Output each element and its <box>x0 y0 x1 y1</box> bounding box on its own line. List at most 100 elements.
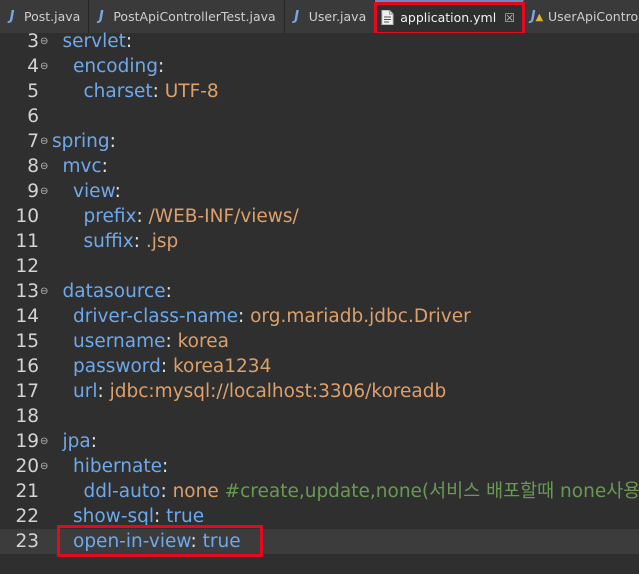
fold-toggle-icon[interactable]: ⊖ <box>40 129 48 154</box>
fold-toggle-icon[interactable]: ⊖ <box>40 54 48 79</box>
code-line-4[interactable]: 4 ⊖ encoding: <box>0 54 639 79</box>
code-text: servlet: <box>62 31 138 52</box>
line-number: 11 <box>15 231 39 252</box>
yaml-key: open-in-view <box>73 531 191 552</box>
code-line-9[interactable]: 9 ⊖ view: <box>0 179 639 204</box>
yaml-key: url <box>73 381 98 402</box>
tab-label: UserApiControllerTe <box>547 9 639 24</box>
code-line-23[interactable]: 23 open-in-view: true <box>0 529 639 554</box>
close-tab-icon[interactable]: ☒ <box>504 11 515 25</box>
code-text: view: <box>73 181 127 202</box>
yaml-key: mvc <box>62 156 102 177</box>
code-line-5[interactable]: 5 charset: UTF-8 <box>0 79 639 104</box>
java-file-icon: J <box>294 9 300 24</box>
code-line-16[interactable]: 16 password: korea1234 <box>0 354 639 379</box>
line-number: 8 <box>27 156 39 177</box>
line-number: 14 <box>15 306 39 327</box>
yaml-key: prefix <box>83 206 137 227</box>
yaml-value: org.mariadb.jdbc.Driver <box>250 306 471 327</box>
line-number: 10 <box>15 206 39 227</box>
code-text: show-sql: true <box>73 506 205 527</box>
code-text: spring: <box>52 131 122 152</box>
text-file-icon <box>381 10 394 25</box>
line-number: 5 <box>27 81 39 102</box>
code-text: prefix: /WEB-INF/views/ <box>83 206 299 227</box>
code-text: open-in-view: true <box>73 531 241 552</box>
fold-toggle-icon[interactable]: ⊖ <box>40 454 48 479</box>
fold-toggle-icon[interactable]: ⊖ <box>40 279 48 304</box>
code-line-12[interactable]: 12 <box>0 254 639 279</box>
line-number: 16 <box>15 356 39 377</box>
yaml-key: jpa <box>62 431 91 452</box>
yaml-value: jdbc:mysql://localhost:3306/koreadb <box>109 381 447 402</box>
java-file-icon: J <box>9 9 15 24</box>
yaml-key: encoding <box>73 56 158 77</box>
code-text: driver-class-name: org.mariadb.jdbc.Driv… <box>73 306 471 327</box>
fold-toggle-icon[interactable]: ⊖ <box>40 179 48 204</box>
line-number: 13 <box>15 281 39 302</box>
yaml-key: charset <box>83 81 153 102</box>
code-text: charset: UTF-8 <box>83 81 219 102</box>
line-number: 12 <box>15 256 39 277</box>
code-line-11[interactable]: 11 suffix: .jsp <box>0 229 639 254</box>
fold-toggle-icon[interactable]: ⊖ <box>40 154 48 179</box>
line-number: 15 <box>15 331 39 352</box>
tab-label: Post.java <box>24 9 81 24</box>
yaml-key: spring <box>52 131 110 152</box>
yaml-value: true <box>202 531 241 552</box>
line-number: 21 <box>15 481 39 502</box>
line-number: 23 <box>15 531 39 552</box>
code-line-13[interactable]: 13 ⊖ datasource: <box>0 279 639 304</box>
tab-label: application.yml <box>400 10 497 25</box>
line-number: 7 <box>27 131 39 152</box>
yaml-value: korea <box>177 331 229 352</box>
fold-toggle-icon[interactable]: ⊖ <box>40 29 48 54</box>
yaml-comment: #create,update,none(서비스 배포할때 none사용 <box>224 481 639 502</box>
code-text: username: korea <box>73 331 229 352</box>
yaml-value: none <box>172 481 219 502</box>
code-line-6[interactable]: 6 <box>0 104 639 129</box>
java-file-warning-icon: J▲ <box>530 9 544 24</box>
yaml-key: hibernate <box>73 456 162 477</box>
code-editor[interactable]: 3 ⊖ servlet: 4 ⊖ encoding: 5 charset: UTF-8 6 7… <box>0 31 639 574</box>
line-number: 17 <box>15 381 39 402</box>
java-file-icon: J <box>98 9 104 24</box>
code-text: url: jdbc:mysql://localhost:3306/koreadb <box>73 381 447 402</box>
line-number: 20 <box>15 456 39 477</box>
yaml-key: suffix <box>83 231 134 252</box>
yaml-value: true <box>166 506 205 527</box>
code-line-10[interactable]: 10 prefix: /WEB-INF/views/ <box>0 204 639 229</box>
line-number: 22 <box>15 506 39 527</box>
code-text: mvc: <box>62 156 114 177</box>
yaml-key: password <box>73 356 161 377</box>
code-text: suffix: .jsp <box>83 231 179 252</box>
code-line-7[interactable]: 7 ⊖ spring: <box>0 129 639 154</box>
yaml-key: view <box>73 181 115 202</box>
code-line-14[interactable]: 14 driver-class-name: org.mariadb.jdbc.Dr… <box>0 304 639 329</box>
code-text: hibernate: <box>73 456 175 477</box>
yaml-value: .jsp <box>145 231 179 252</box>
yaml-key: driver-class-name <box>73 306 238 327</box>
code-line-18[interactable]: 18 <box>0 404 639 429</box>
fold-toggle-icon[interactable]: ⊖ <box>40 429 48 454</box>
warning-icon: ▲ <box>535 12 544 23</box>
yaml-value: UTF-8 <box>164 81 219 102</box>
line-number: 4 <box>27 56 39 77</box>
code-line-8[interactable]: 8 ⊖ mvc: <box>0 154 639 179</box>
code-line-19[interactable]: 19 ⊖ jpa: <box>0 429 639 454</box>
line-number: 18 <box>15 406 39 427</box>
code-text: datasource: <box>62 281 178 302</box>
yaml-key: username <box>73 331 166 352</box>
yaml-key: ddl-auto <box>83 481 161 502</box>
code-text: password: korea1234 <box>73 356 272 377</box>
code-line-3[interactable]: 3 ⊖ servlet: <box>0 29 639 54</box>
code-text: jpa: <box>62 431 103 452</box>
code-line-20[interactable]: 20 ⊖ hibernate: <box>0 454 639 479</box>
yaml-value: korea1234 <box>172 356 272 377</box>
code-line-15[interactable]: 15 username: korea <box>0 329 639 354</box>
code-line-21[interactable]: 21 ddl-auto: none #create,update,none(서비스… <box>0 479 639 504</box>
code-line-17[interactable]: 17 url: jdbc:mysql://localhost:3306/korea… <box>0 379 639 404</box>
code-line-22[interactable]: 22 show-sql: true <box>0 504 639 529</box>
line-number: 9 <box>27 181 39 202</box>
yaml-value: /WEB-INF/views/ <box>148 206 299 227</box>
